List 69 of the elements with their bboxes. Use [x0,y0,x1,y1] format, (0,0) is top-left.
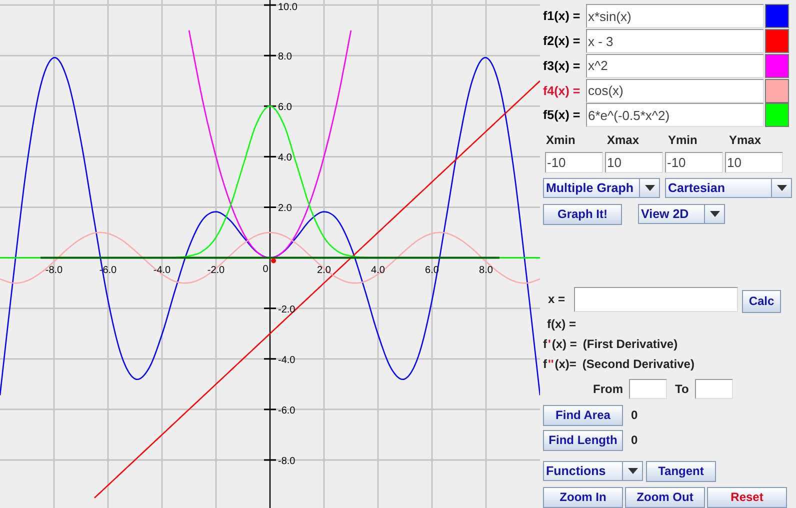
tick-label: -6.0 [278,405,296,416]
measure-value: 0 [631,408,638,422]
result-label: f''(x)= [543,357,576,372]
color-swatch[interactable] [765,78,789,103]
action-button[interactable]: Tangent [646,460,716,482]
tick-label: 8.0 [278,52,292,63]
function-input[interactable]: 6*e^(-0.5*x^2) [586,103,764,128]
color-swatch[interactable] [765,29,789,54]
function-input[interactable]: cos(x) [586,78,764,103]
range-label: Ymin [668,132,698,149]
range-label: Xmin [546,132,576,149]
function-label[interactable]: f1(x) = [543,9,586,24]
result-label: f(x) = [547,317,576,332]
tick-label: -8.0 [278,456,296,467]
action-button[interactable]: Zoom In [543,486,623,508]
from-label: From [593,382,623,396]
range-input[interactable]: -10 [665,152,723,173]
to-input[interactable] [694,378,733,399]
dropdown-arrow-icon [644,184,654,191]
tick-label: 8.0 [479,264,493,276]
from-input[interactable] [629,378,667,399]
tick-label: 4.0 [278,152,292,164]
tick-label: -4.0 [278,354,296,366]
dropdown-arrow-icon [710,211,720,218]
function-label[interactable]: f2(x) = [543,34,586,48]
range-input[interactable]: -10 [545,152,603,173]
dropdown[interactable]: Functions [543,461,643,482]
range-label: Ymax [729,132,762,149]
action-button[interactable]: Find Length [543,430,623,451]
range-input[interactable]: 10 [725,152,783,173]
tick-label: 10.0 [278,2,298,13]
tick-label: -2.0 [278,304,296,316]
tick-label: 4.0 [371,264,385,276]
dropdown[interactable]: Cartesian [665,178,792,198]
origin-point-marker [271,258,276,264]
function-label[interactable]: f4(x) = [543,84,586,98]
range-label: Xmax [607,132,640,149]
result-description: (Second Derivative) [582,357,694,372]
to-label: To [675,382,689,396]
dropdown[interactable]: Multiple Graph [543,178,660,198]
tick-label: -8.0 [45,264,63,276]
x-value-input[interactable] [574,286,738,312]
dropdown-arrow-icon [628,468,638,474]
action-button[interactable]: Reset [707,486,787,508]
dropdown[interactable]: View 2D [638,204,725,224]
action-button[interactable]: Graph It! [543,204,622,225]
measure-value: 0 [631,433,638,448]
tick-label: 2.0 [278,203,292,214]
result-label: f'(x) = [543,337,577,352]
function-input[interactable]: x^2 [586,54,764,78]
function-label[interactable]: f3(x) = [543,58,586,73]
action-button[interactable]: Find Area [543,404,623,426]
tick-label: 6.0 [278,102,292,114]
tick-label: -4.0 [153,264,171,276]
x-value-label: x = [547,292,566,306]
color-swatch[interactable] [765,54,789,78]
color-swatch[interactable] [765,4,789,28]
range-input[interactable]: 10 [605,152,663,173]
result-description: (First Derivative) [582,337,678,352]
function-input[interactable]: x - 3 [586,29,764,54]
function-input[interactable]: x*sin(x) [586,4,764,28]
function-label[interactable]: f5(x) = [543,108,586,122]
action-button[interactable]: Zoom Out [625,486,705,508]
color-swatch[interactable] [765,103,789,128]
tick-label: 0 [262,264,268,275]
tick-label: -2.0 [207,264,225,276]
dropdown-arrow-icon [776,184,786,191]
action-button[interactable]: Calc [742,290,781,313]
tick-label: 2.0 [317,264,331,276]
